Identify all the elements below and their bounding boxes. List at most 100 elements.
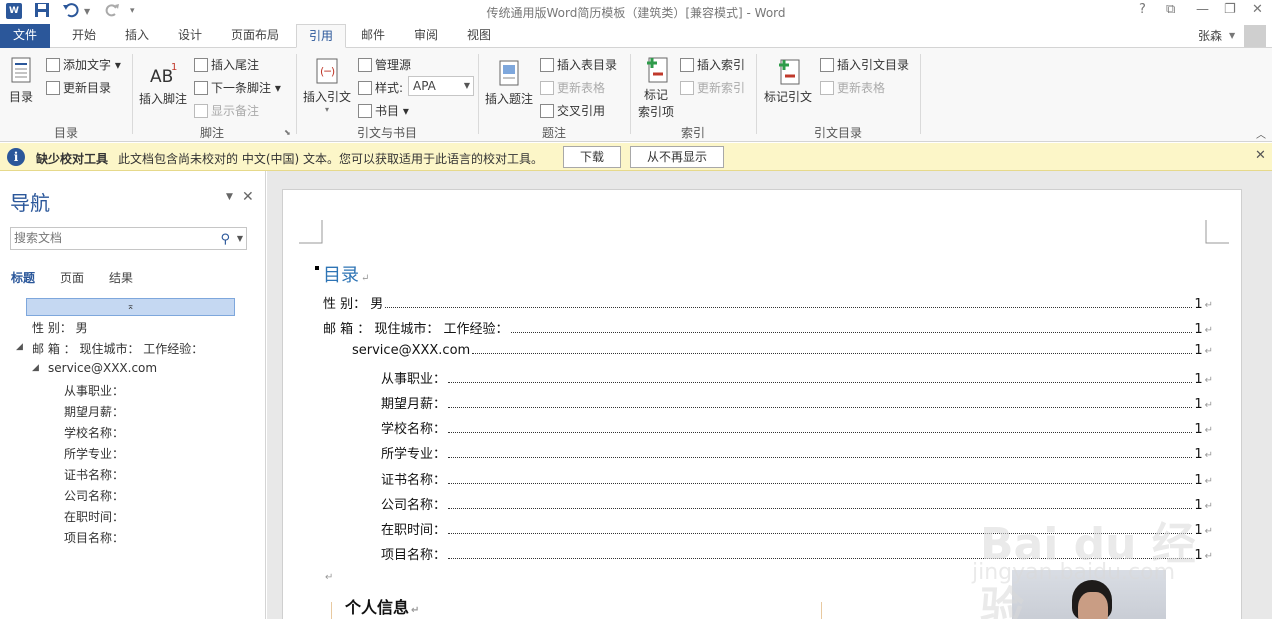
nav-heading-item[interactable]: 在职时间： <box>64 508 124 525</box>
nav-heading-item[interactable]: 公司名称： <box>64 487 124 504</box>
toc-entry[interactable]: 学校名称： 1 ↵ <box>381 418 1213 438</box>
group-separator <box>756 54 757 134</box>
nav-heading-item[interactable]: 证书名称： <box>64 466 124 483</box>
footnote-dialog-launcher-icon[interactable]: ⬊ <box>284 128 291 137</box>
nav-heading-item[interactable]: service@XXX.com <box>48 361 157 375</box>
maximize-button[interactable]: ❐ <box>1224 2 1236 17</box>
mark-citation-label: 标记引文 <box>763 90 812 104</box>
search-icon[interactable]: ⚲ <box>220 229 230 250</box>
ribbon-display-options-button[interactable]: ⧉ <box>1166 2 1175 17</box>
pane-options-icon[interactable]: ▼ <box>226 192 233 202</box>
infobar-message: 此文档包含尚未校对的 中文(中国) 文本。您可以获取适用于此语言的校对工具。 <box>118 152 543 166</box>
tab-headings[interactable]: 标题 <box>11 269 35 286</box>
group-label-citations: 引文与书目 <box>356 126 417 140</box>
group-label-index: 索引 <box>680 126 705 140</box>
show-notes-button[interactable]: 显示备注 <box>194 102 259 119</box>
mark-entry-label-line1: 标记 <box>643 88 668 102</box>
tab-design[interactable]: 设计 <box>166 24 214 48</box>
user-dropdown-icon[interactable]: ▼ <box>1229 31 1235 40</box>
paragraph-mark: ↵ <box>1204 346 1213 357</box>
close-button[interactable]: ✕ <box>1252 2 1263 17</box>
collapse-triangle-icon[interactable]: ◢ <box>32 363 39 373</box>
tab-review[interactable]: 审阅 <box>402 24 450 48</box>
group-separator <box>296 54 297 134</box>
paragraph-mark: ↵ <box>1204 375 1213 386</box>
collapse-triangle-icon[interactable]: ◢ <box>16 342 23 352</box>
chevron-down-icon[interactable]: ▼ <box>237 228 243 249</box>
paragraph-mark: ↵ <box>1204 325 1213 336</box>
table-border <box>821 602 822 619</box>
toc-entry[interactable]: service@XXX.com 1 ↵ <box>352 343 1213 363</box>
close-icon[interactable]: ✕ <box>242 189 254 205</box>
search-input[interactable]: 搜索文档 ⚲ ▼ <box>10 227 247 250</box>
insert-footnote-button[interactable]: AB 1 插入脚注 <box>136 58 190 107</box>
insert-citation-label: 插入引文 <box>302 90 351 104</box>
tab-view[interactable]: 视图 <box>456 24 502 48</box>
nav-heading-item[interactable]: 学校名称： <box>64 424 124 441</box>
cross-reference-icon <box>540 104 554 118</box>
chevron-down-icon: ▼ <box>463 81 470 90</box>
show-notes-icon <box>194 104 208 118</box>
nav-heading-item[interactable]: 期望月薪： <box>64 403 124 420</box>
section-heading[interactable]: 个人信息 ↵ <box>345 594 419 618</box>
update-toa-button[interactable]: 更新表格 <box>820 79 885 96</box>
update-figures-table-label: 更新表格 <box>557 81 606 95</box>
toc-heading[interactable]: 目录 ↵ <box>323 261 369 287</box>
insert-footnote-label: 插入脚注 <box>138 92 187 106</box>
update-index-button[interactable]: 更新索引 <box>680 79 745 96</box>
tab-results[interactable]: 结果 <box>109 269 133 286</box>
tab-references[interactable]: 引用 <box>296 24 346 48</box>
tab-page-layout[interactable]: 页面布局 <box>220 24 290 48</box>
nav-heading-item[interactable]: 所学专业： <box>64 445 124 462</box>
heading-scroll-up-bar[interactable]: ⌅ <box>26 298 235 316</box>
nav-heading-item[interactable]: 邮 箱 ： 现住城市： 工作经验： <box>32 340 203 357</box>
close-icon[interactable]: ✕ <box>1255 148 1266 163</box>
tab-pages[interactable]: 页面 <box>60 269 84 286</box>
add-text-button[interactable]: 添加文字 ▾ <box>46 56 121 73</box>
insert-citation-button[interactable]: (─) 插入引文 ▾ <box>300 56 354 114</box>
help-button[interactable]: ? <box>1139 2 1146 17</box>
tab-file[interactable]: 文件 <box>0 24 50 48</box>
tab-mailings[interactable]: 邮件 <box>350 24 396 48</box>
user-name[interactable]: 张森 <box>1198 27 1222 44</box>
toc-entry[interactable]: 期望月薪： 1 ↵ <box>381 393 1213 413</box>
manage-sources-button[interactable]: 管理源 <box>358 56 411 73</box>
cross-reference-button[interactable]: 交叉引用 <box>540 102 605 119</box>
insert-toa-button[interactable]: 插入引文目录 <box>820 56 909 73</box>
tab-home[interactable]: 开始 <box>60 24 108 48</box>
bibliography-button[interactable]: 书目 ▾ <box>358 102 409 119</box>
toc-leader <box>448 432 1193 433</box>
toc-entry[interactable]: 从事职业： 1 ↵ <box>381 368 1213 388</box>
insert-table-of-figures-button[interactable]: 插入表目录 <box>540 56 617 73</box>
nav-heading-item[interactable]: 项目名称： <box>64 529 124 546</box>
insert-caption-button[interactable]: 插入题注 <box>482 58 536 107</box>
toc-entry[interactable]: 邮 箱 ： 现住城市： 工作经验： 1 ↵ <box>323 318 1213 338</box>
collapse-ribbon-icon[interactable]: ︿ <box>1256 126 1266 141</box>
next-footnote-button[interactable]: 下一条脚注 ▾ <box>194 79 281 96</box>
download-button[interactable]: 下载 <box>563 146 621 168</box>
table-border <box>331 602 332 619</box>
next-footnote-icon <box>194 81 208 95</box>
citation-style-select[interactable]: APA ▼ <box>408 76 474 96</box>
tab-insert[interactable]: 插入 <box>113 24 161 48</box>
toc-entry[interactable]: 所学专业： 1 ↵ <box>381 443 1213 463</box>
insert-endnote-button[interactable]: 插入尾注 <box>194 56 259 73</box>
group-separator <box>630 54 631 134</box>
mark-entry-button[interactable]: 标记 索引项 <box>634 54 678 120</box>
nav-heading-item[interactable]: 性 别： 男 <box>32 319 88 336</box>
window-title: 传统通用版Word简历模板（建筑类）[兼容模式] - Word <box>486 6 786 20</box>
toc-entry[interactable]: 性 别： 男 1 ↵ <box>323 293 1213 313</box>
minimize-button[interactable]: — <box>1196 2 1209 17</box>
update-table-button[interactable]: 更新目录 <box>46 79 111 96</box>
table-of-contents-button[interactable]: 目录 <box>6 56 36 105</box>
mark-citation-button[interactable]: 标记引文 <box>762 56 814 105</box>
insert-index-button[interactable]: 插入索引 <box>680 56 745 73</box>
nav-heading-item[interactable]: 从事职业： <box>64 382 124 399</box>
avatar[interactable] <box>1244 25 1266 47</box>
toc-page-number: 1 <box>1194 397 1203 412</box>
update-figures-table-button[interactable]: 更新表格 <box>540 79 605 96</box>
mark-entry-label-line2: 索引项 <box>637 105 674 119</box>
update-table-label: 更新目录 <box>63 81 112 95</box>
style-icon <box>358 81 372 95</box>
dont-show-again-button[interactable]: 从不再显示 <box>630 146 724 168</box>
